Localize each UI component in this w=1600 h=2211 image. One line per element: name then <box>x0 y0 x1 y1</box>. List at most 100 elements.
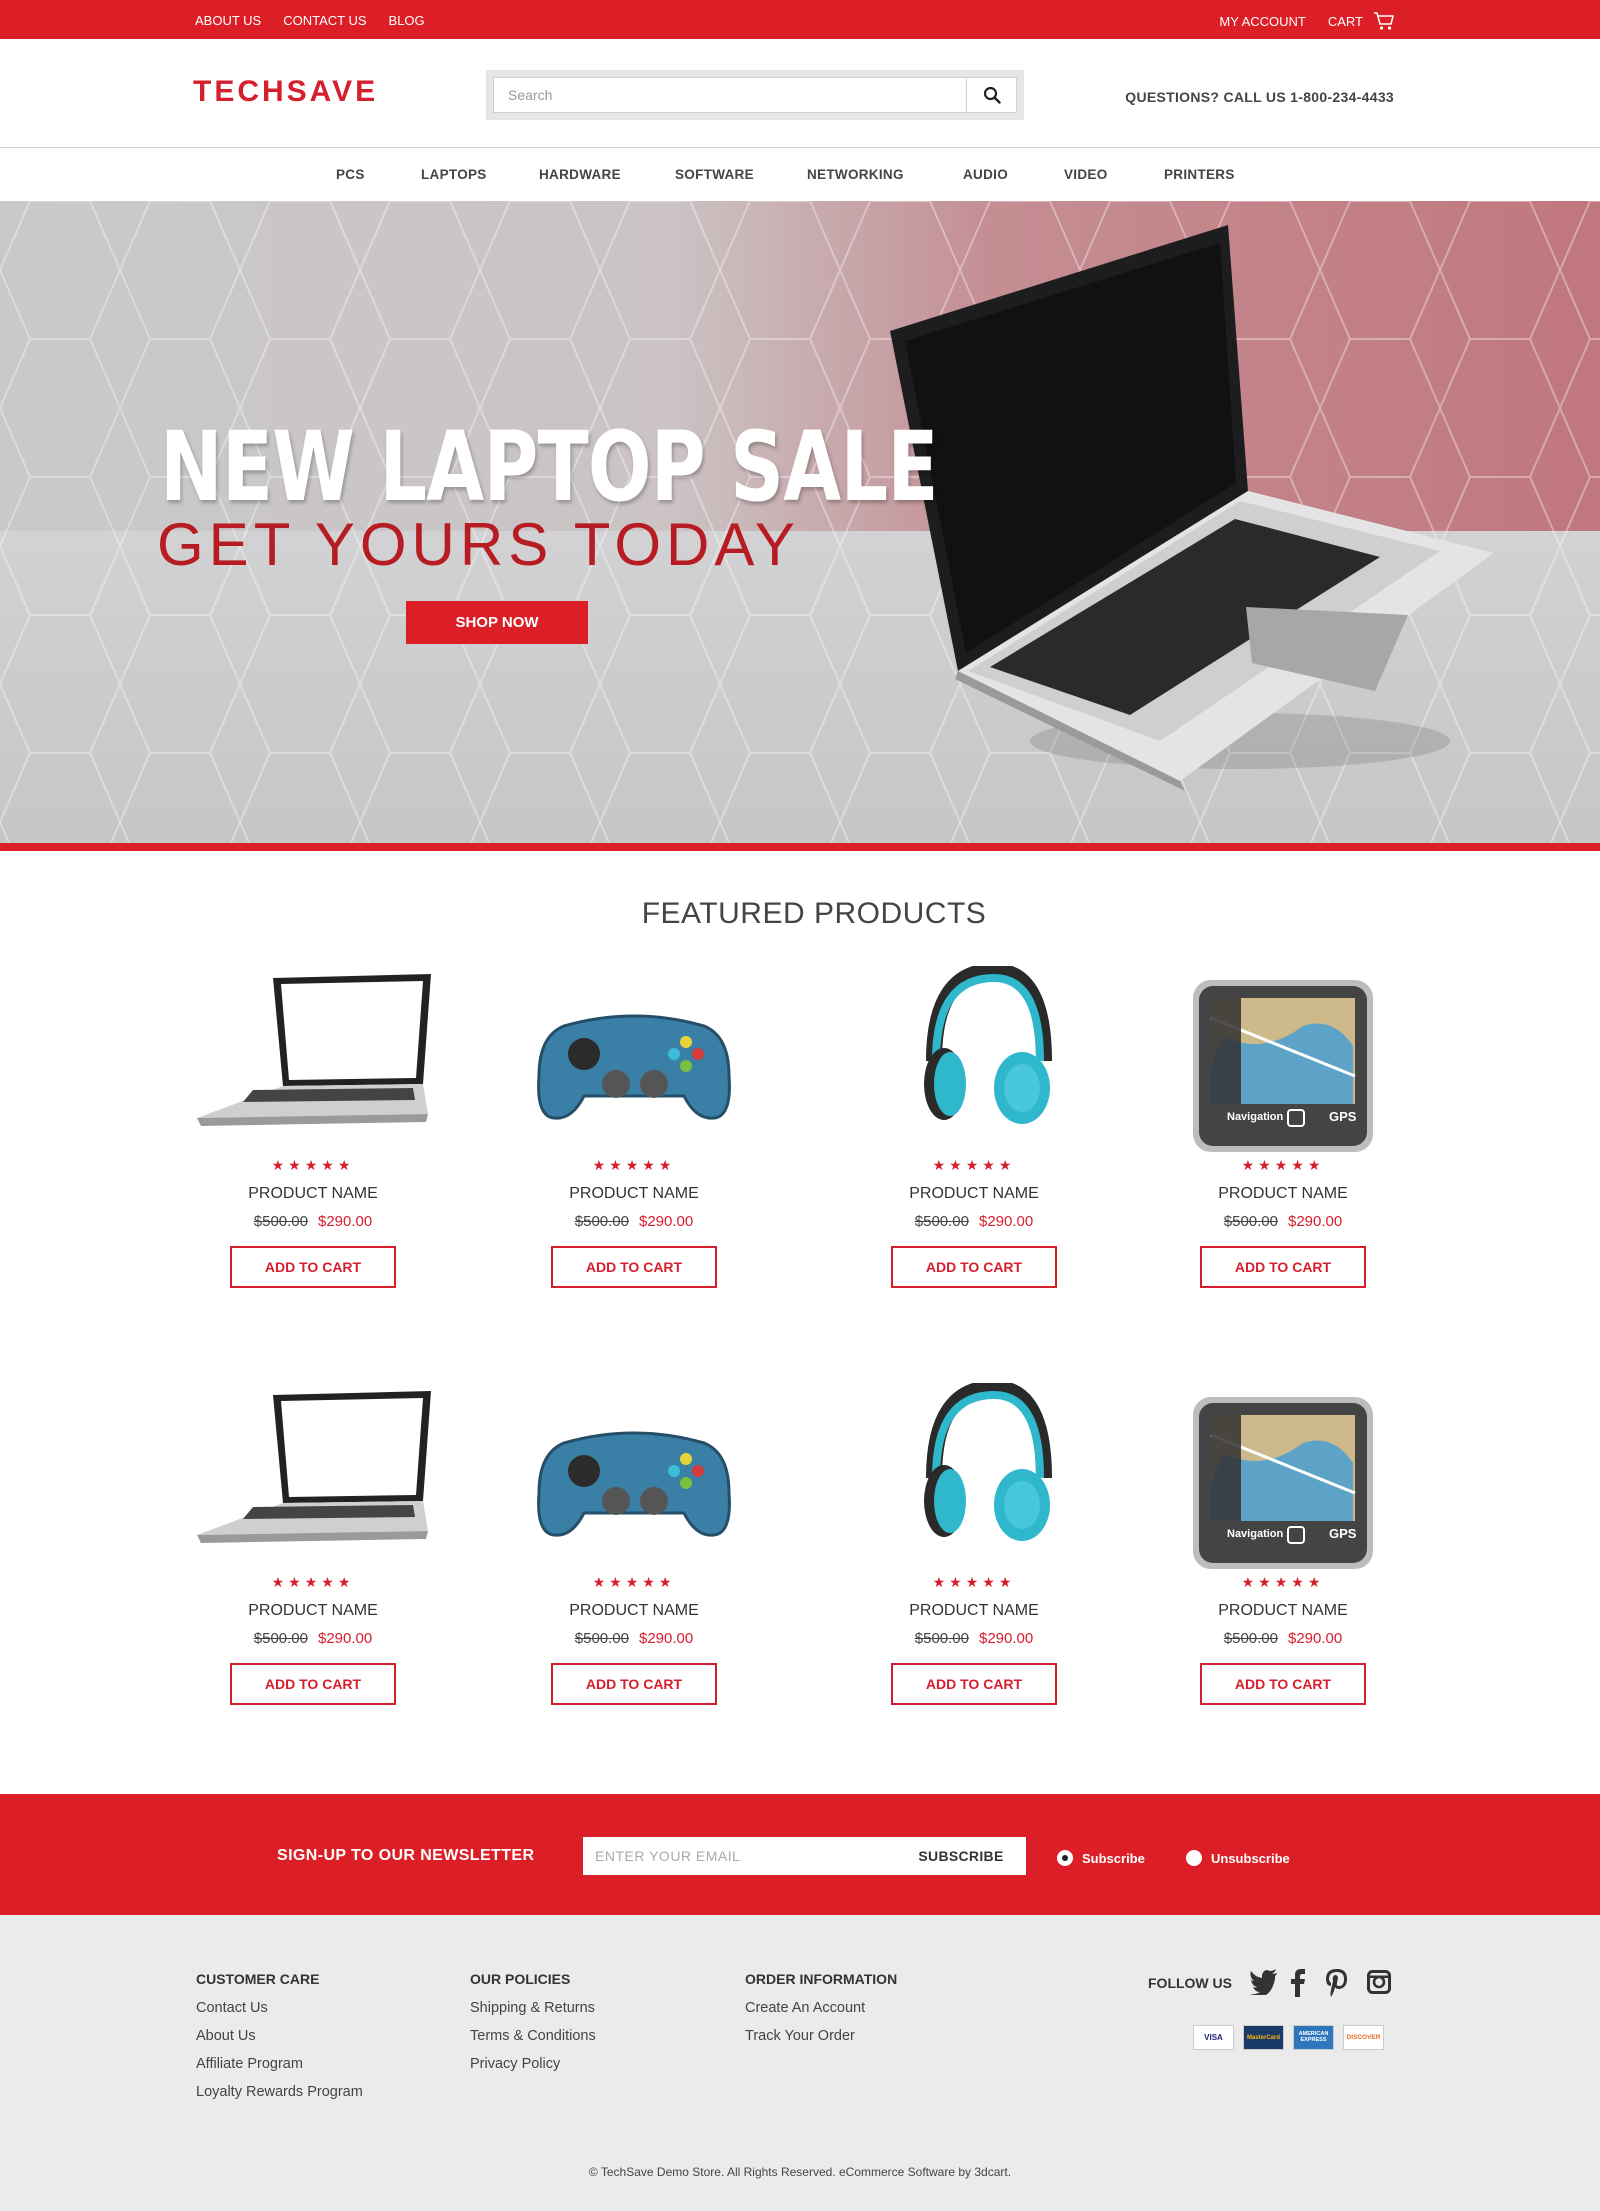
contact-us-link[interactable]: CONTACT US <box>283 13 366 28</box>
product-name[interactable]: PRODUCT NAME <box>1153 1185 1413 1203</box>
add-to-cart-button[interactable]: ADD TO CART <box>891 1663 1057 1705</box>
footer-link[interactable]: About Us <box>196 2028 363 2044</box>
add-to-cart-button[interactable]: ADD TO CART <box>1200 1663 1366 1705</box>
footer-link[interactable]: Terms & Conditions <box>470 2028 596 2044</box>
product-rating: ★★★★★ <box>1241 1574 1325 1590</box>
product-name[interactable]: PRODUCT NAME <box>844 1602 1104 1620</box>
product-card[interactable]: ★★★★★ PRODUCT NAME $500.00 $290.00 ADD TO… <box>844 1379 1104 1705</box>
our-policies-column: OUR POLICIES Shipping & Returns Terms & … <box>470 1971 596 2084</box>
top-bar: ABOUT US CONTACT US BLOG MY ACCOUNT CART <box>0 0 1600 39</box>
product-name[interactable]: PRODUCT NAME <box>183 1185 443 1203</box>
our-policies-heading: OUR POLICIES <box>470 1971 571 1987</box>
add-to-cart-button[interactable]: ADD TO CART <box>1200 1246 1366 1288</box>
cart-icon <box>1374 12 1394 30</box>
nav-laptops[interactable]: LAPTOPS <box>421 167 487 182</box>
product-rating: ★★★★★ <box>1241 1157 1325 1173</box>
facebook-icon[interactable] <box>1290 1969 1306 1997</box>
product-card[interactable]: ★★★★★ PRODUCT NAME $500.00 $290.00 ADD TO… <box>183 1383 443 1705</box>
product-rating: ★★★★★ <box>592 1157 676 1173</box>
cart-link[interactable]: CART <box>1328 11 1395 31</box>
search-input[interactable] <box>494 78 966 112</box>
nav-printers[interactable]: PRINTERS <box>1164 167 1235 182</box>
cart-label: CART <box>1327 13 1363 29</box>
my-account-link[interactable]: MY ACCOUNT <box>1219 14 1305 29</box>
product-image[interactable] <box>844 962 1104 1156</box>
about-us-link[interactable]: ABOUT US <box>195 13 261 28</box>
add-to-cart-button[interactable]: ADD TO CART <box>230 1246 396 1288</box>
gps-image <box>1193 1397 1373 1569</box>
laptop-image <box>197 1391 431 1543</box>
gps-image <box>1193 980 1373 1152</box>
footer-link[interactable]: Loyalty Rewards Program <box>196 2084 363 2100</box>
subscribe-radio[interactable]: Subscribe <box>1057 1850 1145 1866</box>
footer-link[interactable]: Privacy Policy <box>470 2056 596 2072</box>
product-card[interactable]: Navigation GPS ★★★★★ PRODUCT NAME $500.0… <box>1153 966 1413 1288</box>
product-card[interactable]: ★★★★★ PRODUCT NAME $500.00 $290.00 ADD TO… <box>504 966 764 1288</box>
visa-card-icon: VISA <box>1193 2025 1234 2050</box>
product-card[interactable]: Navigation GPS ★★★★★ PRODUCT NAME $500.0… <box>1153 1383 1413 1705</box>
product-name[interactable]: PRODUCT NAME <box>844 1185 1104 1203</box>
unsubscribe-radio[interactable]: Unsubscribe <box>1186 1850 1290 1866</box>
headphones-image <box>924 1379 1052 1541</box>
product-image[interactable] <box>183 966 443 1156</box>
product-card[interactable]: ★★★★★ PRODUCT NAME $500.00 $290.00 ADD TO… <box>504 1383 764 1705</box>
blog-link[interactable]: BLOG <box>389 13 425 28</box>
search-button[interactable] <box>966 78 1016 112</box>
newsletter-form: SUBSCRIBE <box>583 1837 1026 1875</box>
product-image[interactable] <box>504 966 764 1156</box>
product-image[interactable] <box>183 1383 443 1573</box>
add-to-cart-button[interactable]: ADD TO CART <box>230 1663 396 1705</box>
product-price: $500.00 $290.00 <box>183 1630 443 1647</box>
sale-price: $290.00 <box>639 1213 694 1230</box>
sale-price: $290.00 <box>318 1630 373 1647</box>
product-price: $500.00 $290.00 <box>1153 1630 1413 1647</box>
nav-video[interactable]: VIDEO <box>1064 167 1108 182</box>
subscribe-button[interactable]: SUBSCRIBE <box>896 1848 1026 1864</box>
product-image[interactable] <box>504 1383 764 1573</box>
nav-hardware[interactable]: HARDWARE <box>539 167 621 182</box>
twitter-icon[interactable] <box>1250 1969 1278 1995</box>
footer-link[interactable]: Track Your Order <box>745 2028 897 2044</box>
radio-selected-icon <box>1057 1850 1073 1866</box>
old-price: $500.00 <box>1223 1213 1278 1230</box>
instagram-icon[interactable] <box>1367 1969 1391 1995</box>
order-info-heading: ORDER INFORMATION <box>745 1971 898 1987</box>
product-price: $500.00 $290.00 <box>844 1630 1104 1647</box>
product-name[interactable]: PRODUCT NAME <box>183 1602 443 1620</box>
gamepad-image <box>537 1014 731 1120</box>
product-name[interactable]: PRODUCT NAME <box>1153 1602 1413 1620</box>
nav-audio[interactable]: AUDIO <box>963 167 1008 182</box>
product-image[interactable]: Navigation GPS <box>1153 966 1413 1156</box>
product-image[interactable]: Navigation GPS <box>1153 1383 1413 1573</box>
product-card[interactable]: ★★★★★ PRODUCT NAME $500.00 $290.00 ADD TO… <box>844 962 1104 1288</box>
follow-us-label: FOLLOW US <box>1148 1975 1232 1991</box>
old-price: $500.00 <box>253 1630 308 1647</box>
old-price: $500.00 <box>574 1630 629 1647</box>
add-to-cart-button[interactable]: ADD TO CART <box>891 1246 1057 1288</box>
gps-label: GPS <box>1329 1109 1357 1124</box>
sale-price: $290.00 <box>1288 1630 1343 1647</box>
footer-link[interactable]: Create An Account <box>745 2000 897 2016</box>
shop-now-button[interactable]: SHOP NOW <box>406 601 588 644</box>
footer-link[interactable]: Affiliate Program <box>196 2056 363 2072</box>
account-links: MY ACCOUNT CART <box>1219 11 1395 31</box>
hero-banner: NEW LAPTOP SALE GET YOURS TODAY SHOP NOW <box>0 201 1600 843</box>
product-rating: ★★★★★ <box>271 1157 355 1173</box>
sale-price: $290.00 <box>318 1213 373 1230</box>
nav-software[interactable]: SOFTWARE <box>675 167 754 182</box>
product-name[interactable]: PRODUCT NAME <box>504 1185 764 1203</box>
pinterest-icon[interactable] <box>1326 1969 1348 1997</box>
product-card[interactable]: ★★★★★ PRODUCT NAME $500.00 $290.00 ADD TO… <box>183 966 443 1288</box>
logo[interactable]: TECHSAVE <box>193 75 378 109</box>
product-image[interactable] <box>844 1379 1104 1573</box>
mastercard-icon: MasterCard <box>1243 2025 1284 2050</box>
footer-link[interactable]: Contact Us <box>196 2000 363 2016</box>
discover-card-icon: DISCOVER <box>1343 2025 1384 2050</box>
nav-networking[interactable]: NETWORKING <box>807 167 904 182</box>
nav-pcs[interactable]: PCS <box>336 167 365 182</box>
add-to-cart-button[interactable]: ADD TO CART <box>551 1663 717 1705</box>
product-name[interactable]: PRODUCT NAME <box>504 1602 764 1620</box>
footer-link[interactable]: Shipping & Returns <box>470 2000 596 2016</box>
email-field[interactable] <box>583 1848 896 1864</box>
add-to-cart-button[interactable]: ADD TO CART <box>551 1246 717 1288</box>
